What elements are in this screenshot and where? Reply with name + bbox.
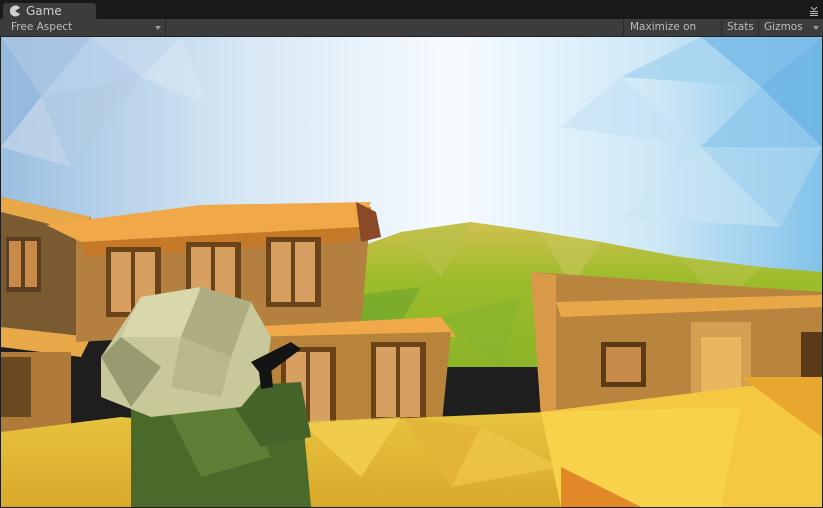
pacman-game-icon (9, 5, 20, 17)
game-scene (1, 37, 822, 507)
game-viewport[interactable] (1, 37, 822, 507)
tab-game[interactable]: Game (2, 2, 97, 20)
maximize-on-play-toggle[interactable]: Maximize on Play (623, 19, 721, 50)
gizmos-label: Gizmos (764, 21, 803, 33)
tab-label: Game (26, 4, 62, 18)
aspect-label: Free Aspect (11, 21, 73, 33)
tab-strip: Game (0, 0, 823, 20)
window-menu-icon[interactable] (809, 6, 819, 16)
aspect-dropdown[interactable]: Free Aspect (0, 19, 166, 36)
chevron-down-icon (813, 26, 819, 30)
game-window: Game Free Aspect Maximize on Play Stats … (0, 0, 823, 508)
game-toolbar: Free Aspect Maximize on Play Stats Gizmo… (0, 19, 823, 50)
gizmos-dropdown[interactable]: Gizmos (758, 19, 823, 36)
stats-toggle[interactable]: Stats (721, 19, 758, 36)
stats-label: Stats (727, 21, 754, 33)
chevron-down-icon (155, 26, 161, 30)
